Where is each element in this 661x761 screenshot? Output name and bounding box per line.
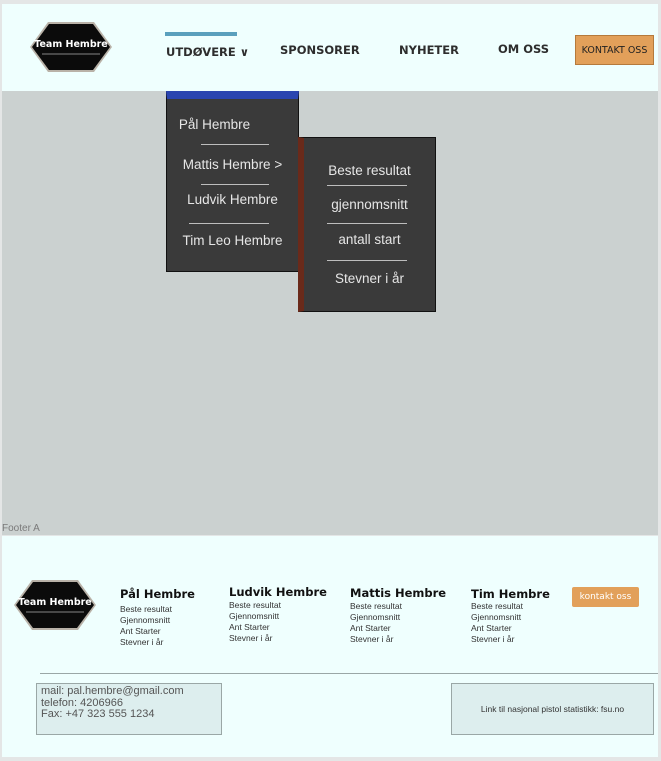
menu-divider — [327, 260, 407, 261]
nav-item-nyheter[interactable]: NYHETER — [399, 43, 459, 57]
footer-link[interactable]: Gjennomsnitt — [471, 612, 550, 623]
contact-info-box: mail: pal.hembre@gmail.com telefon: 4206… — [36, 683, 222, 735]
nav-item-sponsorer[interactable]: SPONSORER — [280, 43, 360, 57]
footer-link[interactable]: Stevner i år — [229, 633, 327, 644]
nav-active-indicator — [165, 32, 237, 36]
footer-link[interactable]: Stevner i år — [120, 637, 195, 648]
footer-athlete-name[interactable]: Ludvik Hembre — [229, 585, 327, 599]
submenu-item-beste-resultat[interactable]: Beste resultat — [304, 163, 435, 178]
site-footer: Team Hembre Pål Hembre Beste resultat Gj… — [2, 536, 658, 757]
submenu-item-gjennomsnitt[interactable]: gjennomsnitt — [304, 197, 435, 212]
footer-frame-label: Footer A — [2, 523, 40, 534]
footer-link[interactable]: Beste resultat — [471, 601, 550, 612]
footer-contact-button[interactable]: kontakt oss — [572, 587, 639, 607]
menu-divider — [189, 223, 269, 224]
footer-team-logo[interactable]: Team Hembre — [12, 578, 98, 632]
menu-divider — [327, 185, 407, 186]
menu-divider — [201, 144, 269, 145]
footer-link[interactable]: Ant Starter — [350, 623, 446, 634]
footer-link[interactable]: Gjennomsnitt — [229, 611, 327, 622]
menu-divider — [201, 184, 269, 185]
footer-link[interactable]: Stevner i år — [350, 634, 446, 645]
footer-athlete-name[interactable]: Pål Hembre — [120, 587, 195, 601]
menu-item-pal-hembre[interactable]: Pål Hembre — [149, 117, 280, 132]
footer-logo-text: Team Hembre — [18, 597, 92, 608]
athletes-dropdown: Pål Hembre Mattis Hembre > Ludvik Hembre… — [166, 91, 299, 272]
nav-item-utdovere[interactable]: UTDØVERE ∨ — [166, 45, 249, 59]
contact-email[interactable]: mail: pal.hembre@gmail.com — [41, 685, 217, 698]
athlete-submenu: Beste resultat gjennomsnitt antall start… — [298, 137, 436, 312]
logo-text: Team Hembre — [34, 39, 108, 50]
statistics-link[interactable]: Link til nasjonal pistol statistikk: fsu… — [451, 683, 654, 735]
menu-divider — [327, 223, 407, 224]
footer-athlete-name[interactable]: Tim Hembre — [471, 587, 550, 601]
submenu-item-stevner-i-ar[interactable]: Stevner i år — [304, 271, 435, 286]
footer-link[interactable]: Beste resultat — [229, 600, 327, 611]
menu-item-ludvik-hembre[interactable]: Ludvik Hembre — [167, 192, 298, 207]
footer-link[interactable]: Gjennomsnitt — [120, 615, 195, 626]
footer-link[interactable]: Ant Starter — [471, 623, 550, 634]
nav-item-om-oss[interactable]: OM OSS — [498, 42, 549, 56]
footer-link[interactable]: Stevner i år — [471, 634, 550, 645]
footer-link[interactable]: Beste resultat — [350, 601, 446, 612]
footer-column-mattis: Mattis Hembre Beste resultat Gjennomsnit… — [350, 586, 446, 645]
site-header: Team Hembre UTDØVERE ∨ SPONSORER NYHETER… — [2, 4, 658, 91]
contact-fax: Fax: +47 323 555 1234 — [41, 708, 155, 720]
footer-link[interactable]: Ant Starter — [120, 626, 195, 637]
footer-athlete-name[interactable]: Mattis Hembre — [350, 586, 446, 600]
footer-link[interactable]: Beste resultat — [120, 604, 195, 615]
contact-button[interactable]: KONTAKT OSS — [575, 35, 654, 65]
submenu-item-antall-start[interactable]: antall start — [304, 232, 435, 247]
menu-item-mattis-hembre[interactable]: Mattis Hembre > — [167, 157, 298, 172]
footer-link[interactable]: Gjennomsnitt — [350, 612, 446, 623]
menu-item-tim-leo-hembre[interactable]: Tim Leo Hembre — [167, 233, 298, 248]
footer-link[interactable]: Ant Starter — [229, 622, 327, 633]
footer-column-pal: Pål Hembre Beste resultat Gjennomsnitt A… — [120, 587, 195, 648]
footer-column-ludvik: Ludvik Hembre Beste resultat Gjennomsnit… — [229, 585, 327, 644]
footer-divider — [40, 673, 658, 674]
footer-column-tim: Tim Hembre Beste resultat Gjennomsnitt A… — [471, 587, 550, 645]
team-logo[interactable]: Team Hembre — [28, 20, 114, 74]
